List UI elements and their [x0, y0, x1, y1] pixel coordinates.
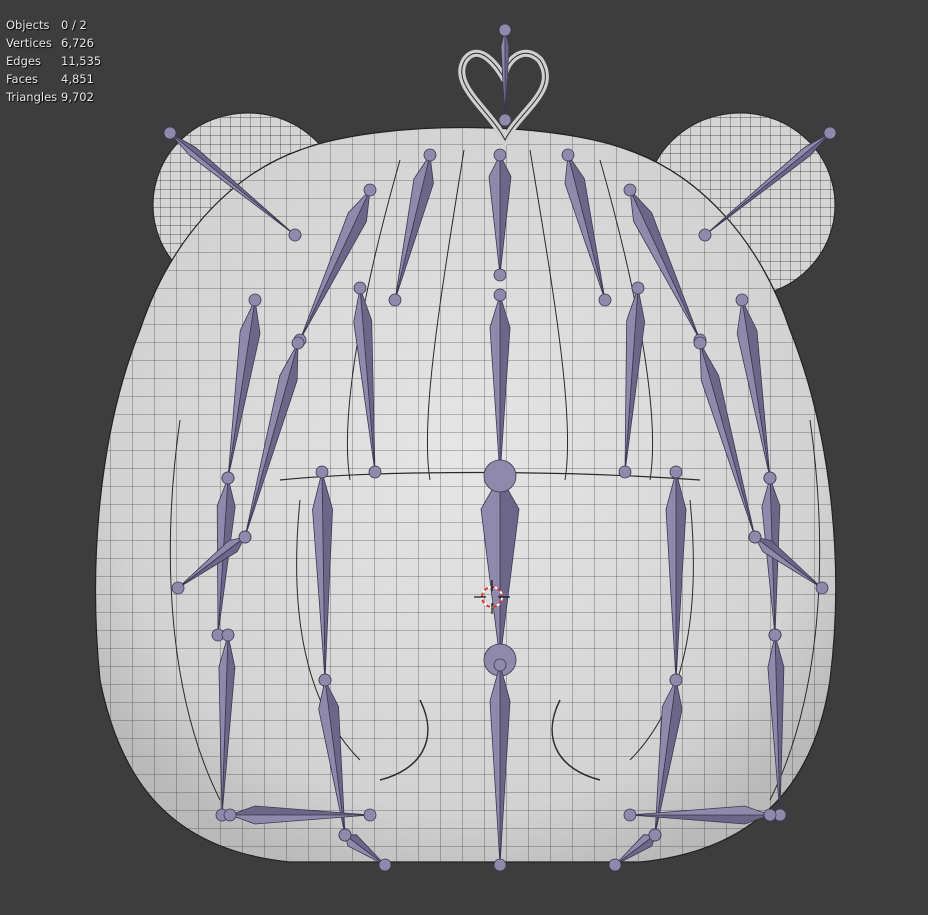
bone-joint[interactable]	[598, 293, 612, 307]
bone-joint[interactable]	[171, 581, 185, 595]
bone-joint[interactable]	[669, 673, 683, 687]
bone-joint[interactable]	[815, 581, 829, 595]
bone-joint[interactable]	[669, 465, 683, 479]
bone-joint[interactable]	[483, 459, 517, 493]
head-mesh	[94, 126, 837, 863]
bone-joint[interactable]	[291, 336, 305, 350]
bone-joint[interactable]	[163, 126, 177, 140]
bone-joint[interactable]	[368, 465, 382, 479]
bone-joint[interactable]	[363, 808, 377, 822]
bone-joint[interactable]	[338, 828, 352, 842]
bone-joint[interactable]	[498, 113, 512, 127]
bone-joint[interactable]	[388, 293, 402, 307]
bone-joint[interactable]	[288, 228, 302, 242]
bone-joint[interactable]	[623, 183, 637, 197]
bone-joint[interactable]	[498, 23, 512, 37]
bone-joint[interactable]	[693, 336, 707, 350]
bone-joint[interactable]	[561, 148, 575, 162]
bone-joint[interactable]	[353, 281, 367, 295]
bone-joint[interactable]	[748, 530, 762, 544]
bone-joint[interactable]	[493, 658, 507, 672]
bone-joint[interactable]	[248, 293, 262, 307]
bone-joint[interactable]	[315, 465, 329, 479]
bone-joint[interactable]	[618, 465, 632, 479]
bone-joint[interactable]	[823, 126, 837, 140]
3d-viewport[interactable]: Objects 0 / 2 Vertices 6,726 Edges 11,53…	[0, 0, 928, 915]
bone-joint[interactable]	[648, 828, 662, 842]
bone-joint[interactable]	[763, 808, 777, 822]
bone-joint[interactable]	[493, 858, 507, 872]
scene-canvas[interactable]	[0, 0, 928, 915]
bone-joint[interactable]	[423, 148, 437, 162]
bone-joint[interactable]	[318, 673, 332, 687]
bone-joint[interactable]	[363, 183, 377, 197]
bone-joint[interactable]	[763, 471, 777, 485]
bone-joint[interactable]	[378, 858, 392, 872]
bone-joint[interactable]	[493, 288, 507, 302]
bone-joint[interactable]	[238, 530, 252, 544]
bone-joint[interactable]	[493, 148, 507, 162]
bone-joint[interactable]	[631, 281, 645, 295]
bone-joint[interactable]	[698, 228, 712, 242]
bone-joint[interactable]	[221, 471, 235, 485]
bone-joint[interactable]	[493, 268, 507, 282]
bone-joint[interactable]	[623, 808, 637, 822]
bone-joint[interactable]	[735, 293, 749, 307]
bone-joint[interactable]	[608, 858, 622, 872]
bone-face-shadow	[504, 29, 510, 121]
bone-joint[interactable]	[223, 808, 237, 822]
bone-joint[interactable]	[221, 628, 235, 642]
bone-joint[interactable]	[768, 628, 782, 642]
